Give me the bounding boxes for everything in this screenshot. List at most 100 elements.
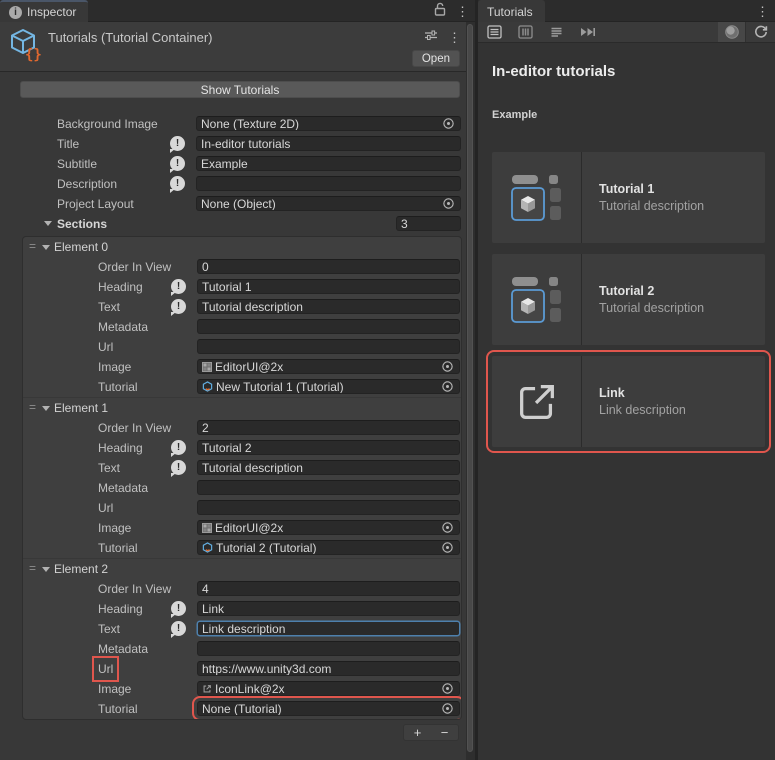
array-element-title: Element 1 — [54, 401, 108, 415]
card-text: Tutorial 2Tutorial description — [582, 254, 765, 345]
array-element-header[interactable]: =Element 2 — [23, 559, 461, 579]
tutorial-card-tutorial-2[interactable]: Tutorial 2Tutorial description — [492, 254, 765, 345]
kebab-menu-icon[interactable]: ⋮ — [448, 31, 461, 44]
url-input[interactable] — [197, 500, 460, 515]
order-in-view-label: Order In View — [98, 421, 171, 435]
subtitle-input[interactable]: Example — [196, 156, 461, 171]
drag-handle-icon[interactable]: = — [29, 400, 36, 414]
tutorial-object-field[interactable]: None (Tutorial) — [197, 701, 460, 716]
tutorials-content: In-editor tutorials Example Tutorial 1Tu… — [478, 43, 775, 760]
tutorial-object-field[interactable]: Tutorial 2 (Tutorial) — [197, 540, 460, 555]
description-input[interactable] — [196, 176, 461, 191]
project-layout-object-field[interactable]: None (Object) — [196, 196, 461, 211]
sections-count-field[interactable]: 3 — [396, 216, 461, 231]
text-input[interactable]: Tutorial description — [197, 299, 460, 314]
object-picker-icon[interactable] — [439, 702, 455, 715]
columns-view-icon[interactable] — [512, 22, 539, 42]
tab-tutorials[interactable]: Tutorials — [478, 0, 545, 22]
metadata-input[interactable] — [197, 641, 460, 656]
metadata-input[interactable] — [197, 480, 460, 495]
tutorial-asset-icon — [202, 381, 213, 392]
object-field-value: None (Tutorial) — [202, 702, 282, 716]
url-input[interactable] — [197, 339, 460, 354]
tab-inspector[interactable]: i Inspector — [0, 0, 88, 22]
tutorial-card-image-icon — [492, 152, 582, 243]
open-button[interactable]: Open — [412, 50, 460, 67]
image-object-field[interactable]: IconLink@2x — [197, 681, 460, 696]
inspector-panel: i Inspector ⋮ {} Tutorials (Tutorial Con… — [0, 0, 475, 760]
inspector-scrollbar[interactable] — [466, 22, 475, 760]
kebab-menu-icon[interactable]: ⋮ — [456, 5, 469, 18]
presets-icon[interactable] — [424, 28, 438, 46]
field-row-text: Text!Link description — [23, 619, 461, 639]
remove-element-button[interactable]: − — [431, 725, 458, 740]
chevron-down-icon[interactable] — [42, 406, 50, 411]
component-fields: Background ImageNone (Texture 2D)Title!I… — [0, 114, 466, 214]
drag-handle-icon[interactable]: = — [29, 239, 36, 253]
component-title: Tutorials (Tutorial Container) — [48, 30, 212, 45]
sections-label: Sections — [57, 217, 107, 231]
title-label: Title — [57, 137, 79, 151]
field-row-url: Url — [23, 498, 461, 518]
card-text: LinkLink description — [582, 356, 765, 447]
heading-input[interactable]: Tutorial 2 — [197, 440, 460, 455]
compact-list-icon[interactable] — [543, 22, 570, 42]
title-input[interactable]: In-editor tutorials — [196, 136, 461, 151]
text-label: Text — [98, 461, 120, 475]
project-layout-label: Project Layout — [57, 197, 134, 211]
field-row-heading: Heading!Tutorial 2 — [23, 438, 461, 458]
scrollbar-thumb[interactable] — [467, 24, 473, 752]
order-in-view-input[interactable]: 4 — [197, 581, 460, 596]
chevron-down-icon[interactable] — [42, 567, 50, 572]
sphere-filter-icon[interactable] — [718, 22, 745, 42]
heading-input[interactable]: Tutorial 1 — [197, 279, 460, 294]
image-object-field[interactable]: EditorUI@2x — [197, 359, 460, 374]
image-label: Image — [98, 360, 131, 374]
object-picker-icon[interactable] — [439, 682, 455, 695]
show-tutorials-button[interactable]: Show Tutorials — [20, 81, 460, 98]
skip-forward-icon[interactable] — [574, 22, 601, 42]
chevron-down-icon[interactable] — [42, 245, 50, 250]
field-row-order-in-view: Order In View 2 — [23, 418, 461, 438]
object-picker-icon[interactable] — [439, 380, 455, 393]
object-picker-icon[interactable] — [439, 541, 455, 554]
add-element-button[interactable]: + — [404, 725, 431, 740]
field-row-background-image: Background ImageNone (Texture 2D) — [0, 114, 466, 134]
url-label: Url — [98, 501, 113, 515]
tutorial-asset-icon — [202, 542, 213, 553]
inspector-body: Show Tutorials Background ImageNone (Tex… — [0, 72, 466, 760]
array-element-title: Element 0 — [54, 240, 108, 254]
object-picker-icon[interactable] — [439, 521, 455, 534]
info-icon: i — [9, 6, 22, 19]
unlock-icon[interactable] — [434, 2, 446, 21]
inspector-tabstrip: i Inspector ⋮ — [0, 0, 475, 22]
tutorial-object-field[interactable]: New Tutorial 1 (Tutorial) — [197, 379, 460, 394]
text-input[interactable]: Tutorial description — [197, 460, 460, 475]
metadata-input[interactable] — [197, 319, 460, 334]
kebab-menu-icon[interactable]: ⋮ — [756, 5, 769, 18]
object-picker-icon[interactable] — [439, 360, 455, 373]
metadata-label: Metadata — [98, 481, 148, 495]
svg-text:{}: {} — [25, 47, 42, 63]
background-image-object-field[interactable]: None (Texture 2D) — [196, 116, 461, 131]
tutorial-card-link[interactable]: LinkLink description — [492, 356, 765, 447]
chevron-down-icon[interactable] — [44, 221, 52, 226]
image-object-field[interactable]: EditorUI@2x — [197, 520, 460, 535]
object-picker-icon[interactable] — [440, 197, 456, 210]
array-element-header[interactable]: = Element 0 — [23, 237, 461, 257]
heading-label: Heading — [98, 602, 143, 616]
object-picker-icon[interactable] — [440, 117, 456, 130]
order-in-view-input[interactable]: 2 — [197, 420, 460, 435]
tutorials-panel: Tutorials ⋮ In-editor tutorials Example … — [478, 0, 775, 760]
tutorial-card-tutorial-1[interactable]: Tutorial 1Tutorial description — [492, 152, 765, 243]
heading-input[interactable]: Link — [197, 601, 460, 616]
drag-handle-icon[interactable]: = — [29, 561, 36, 575]
text-input[interactable]: Link description — [197, 621, 460, 636]
object-field-value: None (Object) — [201, 197, 276, 211]
list-view-icon[interactable] — [481, 22, 508, 42]
tutorial-container-icon: {} — [9, 27, 43, 68]
order-in-view-input[interactable]: 0 — [197, 259, 460, 274]
refresh-icon[interactable] — [745, 22, 775, 42]
url-input[interactable]: https://www.unity3d.com — [197, 661, 460, 676]
array-element-header[interactable]: = Element 1 — [23, 398, 461, 418]
